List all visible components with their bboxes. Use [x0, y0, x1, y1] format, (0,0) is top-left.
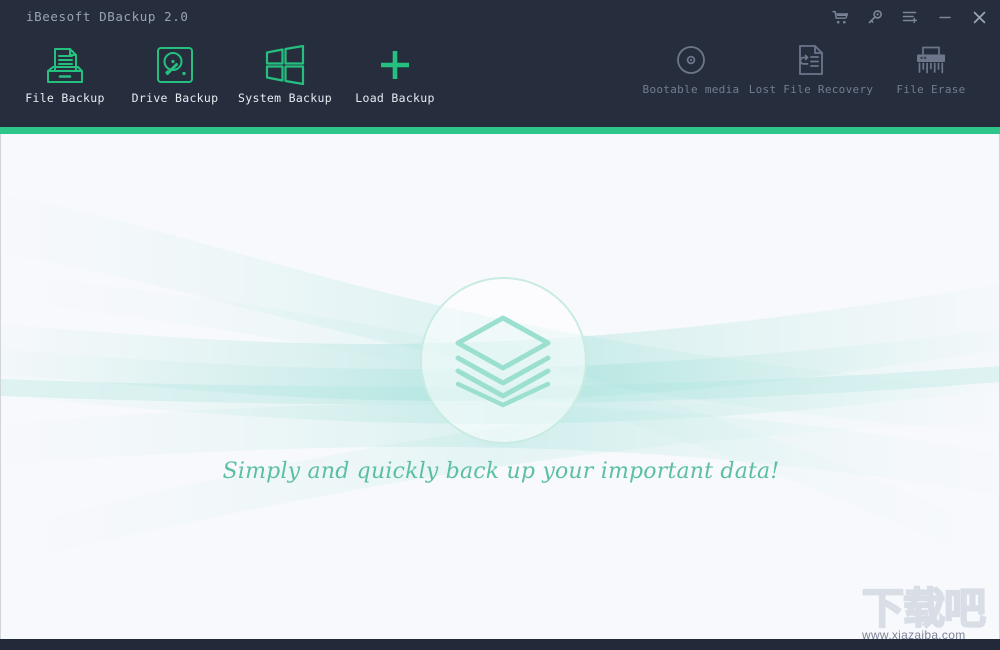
toolbar-item-drive-backup[interactable]: Drive Backup: [120, 33, 230, 127]
toolbar-item-file-erase[interactable]: File Erase: [875, 33, 987, 127]
toolbar-label: File Backup: [25, 91, 105, 105]
file-restore-icon: [796, 37, 826, 83]
menu-icon[interactable]: [898, 5, 922, 29]
app-title: iBeesoft DBackup 2.0: [26, 9, 189, 24]
close-icon[interactable]: [967, 5, 991, 29]
tagline-text: Simply and quickly back up your importan…: [222, 459, 780, 484]
windows-logo-icon: [264, 39, 306, 91]
footer-bar: [0, 639, 1000, 650]
shredder-icon: [915, 37, 947, 83]
application-window: iBeesoft DBackup 2.0 File Backup Drive B…: [0, 0, 1000, 650]
toolbar-label: Bootable media: [642, 83, 740, 96]
toolbar-label: System Backup: [238, 91, 332, 105]
toolbar-label: Drive Backup: [131, 91, 219, 105]
minimize-icon[interactable]: [933, 5, 957, 29]
key-icon[interactable]: [863, 5, 887, 29]
document-tray-icon: [45, 39, 85, 91]
hard-drive-icon: [155, 39, 195, 91]
toolbar-item-system-backup[interactable]: System Backup: [230, 33, 340, 127]
toolbar-item-bootable-media[interactable]: Bootable media: [635, 33, 747, 127]
layers-stack-icon: [453, 313, 553, 414]
toolbar-label: Load Backup: [355, 91, 435, 105]
main-toolbar: File Backup Drive Backup System Backup L…: [0, 33, 1000, 127]
main-stage: Simply and quickly back up your importan…: [0, 134, 1000, 639]
toolbar-label: File Erase: [896, 83, 966, 96]
toolbar-item-lost-file-recovery[interactable]: Lost File Recovery: [747, 33, 875, 127]
toolbar-item-load-backup[interactable]: Load Backup: [340, 33, 450, 127]
cart-icon[interactable]: [828, 5, 852, 29]
plus-icon: [377, 39, 413, 91]
toolbar-item-file-backup[interactable]: File Backup: [10, 33, 120, 127]
toolbar-label: Lost File Recovery: [748, 83, 874, 96]
accent-divider: [0, 127, 1000, 134]
app-logo: [420, 277, 587, 444]
disc-icon: [676, 37, 706, 83]
title-bar: iBeesoft DBackup 2.0: [0, 0, 1000, 33]
